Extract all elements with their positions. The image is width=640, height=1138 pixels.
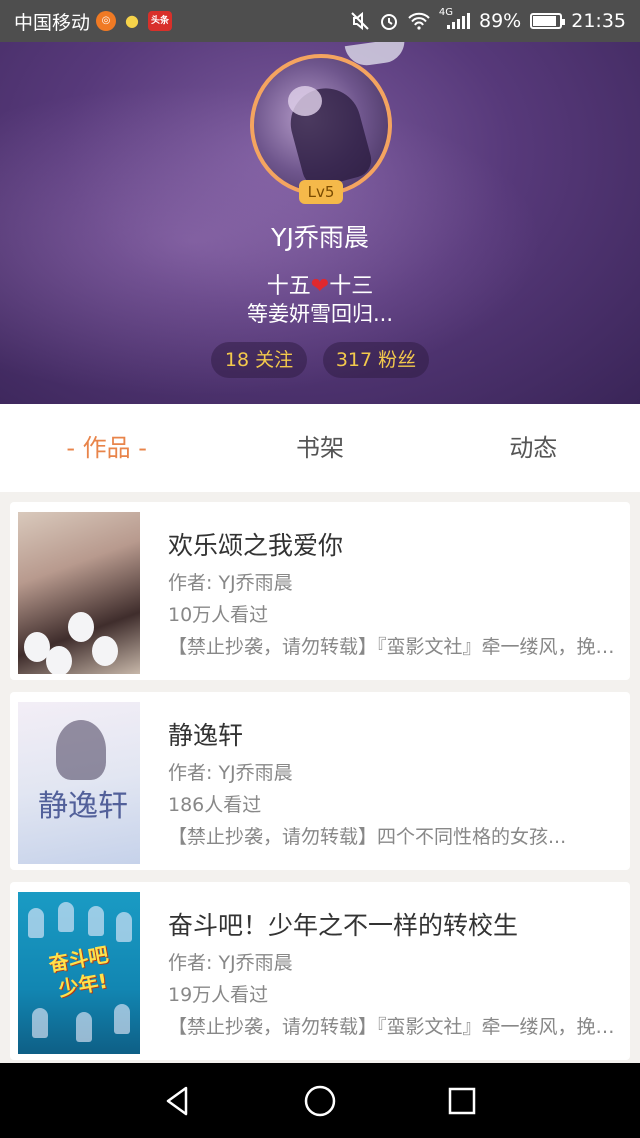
book-author: 作者: YJ乔雨晨 <box>168 952 293 974</box>
book-views: 19万人看过 <box>168 984 269 1006</box>
book-description: 【禁止抄袭，请勿转载】『蛮影文社』牵一缕风，挽一缕云... <box>168 1016 616 1038</box>
book-cover[interactable]: 静逸轩 <box>18 702 140 864</box>
book-description: 【禁止抄袭，请勿转载】『蛮影文社』牵一缕风，挽一缕云... <box>168 636 616 658</box>
book-card[interactable]: 欢乐颂之我爱你 作者: YJ乔雨晨 10万人看过 【禁止抄袭，请勿转载】『蛮影文… <box>10 502 630 680</box>
profile-tabs: - 作品 - 书架 动态 <box>0 404 640 492</box>
avatar[interactable] <box>250 54 392 196</box>
back-triangle-icon[interactable] <box>160 1083 196 1119</box>
recent-square-icon[interactable] <box>444 1083 480 1119</box>
following-count-button[interactable]: 18 关注 <box>211 342 307 378</box>
book-author: 作者: YJ乔雨晨 <box>168 762 293 784</box>
mute-icon <box>351 11 369 31</box>
book-views: 186人看过 <box>168 794 262 816</box>
tab-works[interactable]: - 作品 - <box>0 404 213 492</box>
tab-bookshelf[interactable]: 书架 <box>213 404 426 492</box>
battery-icon <box>530 13 566 29</box>
book-cover[interactable] <box>18 512 140 674</box>
news-app-icon: 头条 <box>148 11 173 31</box>
signal-icon <box>447 13 470 29</box>
bio-line-2: 等姜妍雪回归... <box>246 302 394 326</box>
status-right: 4G 89% 21:35 <box>350 7 626 32</box>
tab-activity[interactable]: 动态 <box>427 404 640 492</box>
bio-line-1: 十五❤十三 <box>0 268 640 300</box>
carrier-app-icon: ◎ <box>96 11 117 31</box>
book-cover[interactable]: 奋斗吧少年! <box>18 892 140 1054</box>
home-circle-icon[interactable] <box>302 1083 338 1119</box>
book-title[interactable]: 欢乐颂之我爱你 <box>168 526 343 562</box>
book-card[interactable]: 奋斗吧少年! 奋斗吧！少年之不一样的转校生 作者: YJ乔雨晨 19万人看过 【… <box>10 882 630 1060</box>
username: YJ乔雨晨 <box>271 223 369 252</box>
status-bar: 中国移动 ◎ ● 头条 4G 89% 21:35 <box>0 0 640 42</box>
alarm-icon <box>380 14 397 30</box>
book-description: 【禁止抄袭，请勿转载】四个不同性格的女孩... <box>168 826 567 848</box>
cover-title-art: 奋斗吧少年! <box>46 942 111 1001</box>
book-author: 作者: YJ乔雨晨 <box>168 572 293 594</box>
book-title[interactable]: 奋斗吧！少年之不一样的转校生 <box>168 906 518 942</box>
level-badge: Lv5 <box>299 180 343 204</box>
lightbulb-icon: ● <box>125 11 139 30</box>
profile-header: Lv5 YJ乔雨晨 十五❤十三 等姜妍雪回归... 18 关注 317 粉丝 <box>0 42 640 404</box>
carrier-label: 中国移动 <box>14 11 91 34</box>
navigation-bar <box>0 1063 640 1138</box>
wifi-icon <box>408 12 430 30</box>
book-title[interactable]: 静逸轩 <box>168 716 243 752</box>
bio-right-text: 十三 <box>329 274 374 299</box>
book-views: 10万人看过 <box>168 604 269 626</box>
fans-count-button[interactable]: 317 粉丝 <box>323 342 429 378</box>
heart-icon: ❤ <box>310 274 330 299</box>
clock: 21:35 <box>571 10 626 32</box>
battery-percent: 89% <box>479 10 522 32</box>
status-left: 中国移动 ◎ ● 头条 <box>14 8 173 35</box>
cover-title-art: 静逸轩 <box>38 789 128 824</box>
bio-left-text: 十五 <box>266 274 311 299</box>
book-card[interactable]: 静逸轩 静逸轩 作者: YJ乔雨晨 186人看过 【禁止抄袭，请勿转载】四个不同… <box>10 692 630 870</box>
